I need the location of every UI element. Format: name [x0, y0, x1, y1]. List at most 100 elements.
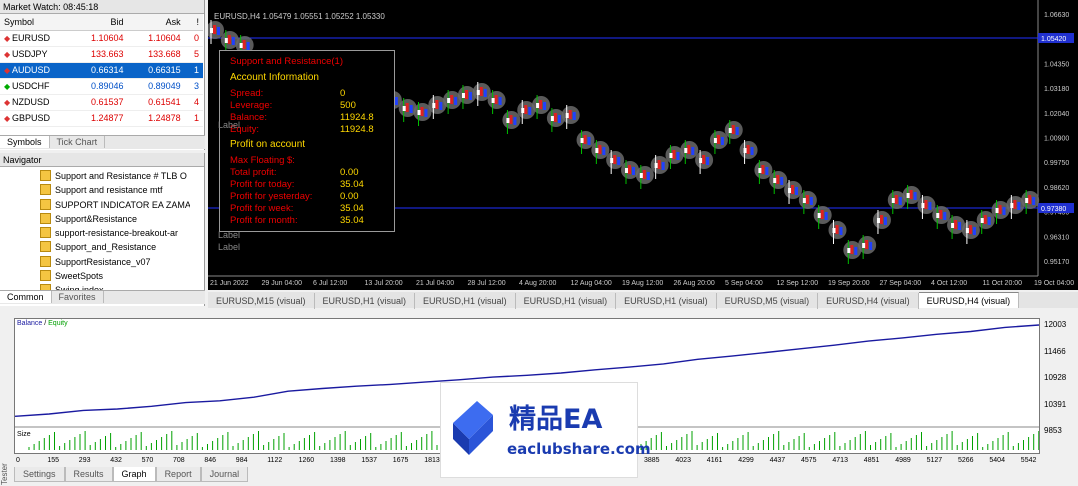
profit-value: 35.04 — [340, 215, 364, 226]
tab-common[interactable]: Common — [0, 291, 52, 303]
tester-tab[interactable]: Graph — [112, 467, 156, 482]
tester-side-label: Tester — [0, 463, 9, 485]
candle-cluster — [961, 220, 980, 244]
profit-value: 0.00 — [340, 191, 359, 202]
symbol-cell: ◆ EURUSD — [0, 30, 71, 47]
graph-x-label: 5266 — [958, 457, 974, 464]
navigator-item[interactable]: SweetSpots — [40, 269, 190, 283]
symbol-cell: ◆ USDCHF — [0, 78, 71, 95]
col-ask[interactable]: Ask — [127, 14, 185, 31]
candle-cluster — [872, 210, 891, 234]
candle-cluster — [561, 105, 580, 129]
tester-tab[interactable]: Journal — [200, 467, 249, 482]
logo-icon — [453, 401, 493, 455]
candle-cluster — [621, 160, 639, 184]
navigator-item[interactable]: SUPPORT INDICATOR EA ZAMA — [40, 198, 190, 212]
graph-x-label: 1398 — [330, 457, 346, 464]
time-tick-label: 6 Jul 12:00 — [313, 280, 347, 287]
tester-tab[interactable]: Report — [155, 467, 201, 482]
price-tick-label: 0.95170 — [1044, 259, 1069, 266]
watermark-logo: 精品EA eaclubshare.com — [440, 382, 651, 478]
label-text: Label — [218, 242, 241, 252]
symbol-row[interactable]: ◆ USDJPY 133.663 133.668 5 — [0, 46, 203, 63]
col-bid[interactable]: Bid — [70, 14, 128, 31]
symbol-name: NZDUSD — [12, 97, 50, 107]
tester-tab[interactable]: Settings — [14, 467, 65, 482]
candle-cluster — [798, 190, 817, 214]
graph-x-label: 708 — [173, 457, 185, 464]
navigator-item[interactable]: Support&Resistance — [40, 212, 190, 226]
graph-y-label: 12003 — [1044, 320, 1067, 329]
navigator-item-label: Support and Resistance # TLB O — [55, 171, 187, 181]
chart-tab[interactable]: EURUSD,H1 (visual) — [315, 293, 416, 309]
col-spread[interactable]: ! — [184, 14, 203, 31]
arrow-down-icon: ◆ — [4, 66, 11, 75]
navigator-item-label: Support and resistance mtf — [55, 185, 163, 196]
candle-cluster — [457, 85, 476, 109]
candle-cluster — [487, 90, 506, 114]
symbol-cell: ◆ GBPUSD — [0, 110, 71, 127]
symbol-row[interactable]: ◆ GBPUSD 1.24877 1.24878 1 — [0, 110, 203, 127]
graph-x-label: 5127 — [926, 457, 943, 464]
ask-cell: 1.10604 — [127, 30, 185, 47]
graph-x-label: 1122 — [267, 457, 283, 464]
chart-tab[interactable]: EURUSD,H1 (visual) — [516, 293, 617, 309]
tab-tick-chart[interactable]: Tick Chart — [50, 136, 106, 148]
ask-cell: 1.24878 — [127, 110, 185, 127]
graph-x-label: 846 — [204, 457, 217, 464]
chart-tab[interactable]: EURUSD,M5 (visual) — [717, 293, 819, 309]
navigator-item[interactable]: SupportResistance_v07 — [40, 255, 190, 269]
symbol-row[interactable]: ◆ AUDUSD 0.66314 0.66315 1 — [0, 62, 203, 79]
symbol-row[interactable]: ◆ EURUSD 1.10604 1.10604 0 — [0, 30, 203, 47]
label-text: Label — [218, 120, 241, 130]
tab-symbols[interactable]: Symbols — [0, 136, 50, 148]
chart-tab[interactable]: EURUSD,H1 (visual) — [415, 293, 516, 309]
profit-value: 35.04 — [340, 203, 364, 214]
symbol-name: USDJPY — [12, 49, 48, 59]
candle-cluster — [635, 165, 654, 189]
size-label: Size — [17, 431, 31, 438]
indicator-icon — [40, 170, 51, 181]
legend-balance: Balance — [17, 320, 43, 327]
indicator-icon — [40, 255, 51, 267]
indicator-icon — [40, 212, 51, 224]
arrow-down-icon: ◆ — [4, 34, 11, 43]
candle-cluster — [828, 220, 847, 244]
ask-cell: 133.668 — [127, 46, 185, 63]
navigator-item[interactable]: Support_and_Resistance — [40, 240, 190, 254]
navigator-item-label: SweetSpots — [55, 271, 104, 282]
graph-y-label: 10928 — [1044, 373, 1067, 382]
profit-value: 35.04 — [340, 179, 364, 190]
candle-cluster — [502, 110, 521, 134]
brand-url: eaclubshare.com — [507, 440, 651, 458]
col-symbol[interactable]: Symbol — [0, 14, 71, 31]
info-value: 0 — [340, 88, 346, 99]
symbol-row[interactable]: ◆ USDCHF 0.89046 0.89049 3 — [0, 78, 203, 95]
chart-tab[interactable]: EURUSD,H1 (visual) — [616, 293, 717, 309]
profit-label: Max Floating $: — [230, 155, 295, 166]
tester-tab[interactable]: Results — [64, 467, 113, 482]
tab-favorites[interactable]: Favorites — [52, 291, 104, 303]
navigator-item[interactable]: support-resistance-breakout-ar — [40, 226, 190, 240]
graph-x-label: 4989 — [895, 457, 911, 464]
navigator-title: Navigator — [0, 153, 204, 167]
navigator-item[interactable]: Support and Resistance # TLB O — [40, 169, 190, 183]
market-watch-title: Market Watch: 08:45:18 — [0, 0, 204, 14]
chart-tab[interactable]: EURUSD,H4 (visual) — [918, 292, 1020, 308]
chart-tab[interactable]: EURUSD,H4 (visual) — [818, 293, 919, 309]
graph-x-label: 4161 — [706, 457, 723, 464]
chart-tab[interactable]: EURUSD,M15 (visual) — [208, 293, 315, 309]
arrow-down-icon: ◆ — [4, 114, 11, 123]
graph-x-label: 1260 — [298, 457, 315, 464]
symbol-row[interactable]: ◆ NZDUSD 0.61537 0.61541 4 — [0, 94, 203, 111]
profit-label: Profit for month: — [230, 215, 298, 226]
info-value: 500 — [340, 100, 356, 111]
arrow-up-icon: ◆ — [4, 82, 11, 91]
navigator-item[interactable]: Support and resistance mtf — [40, 183, 190, 197]
symbol-cell: ◆ NZDUSD — [0, 94, 71, 111]
graph-y-label: 9853 — [1044, 426, 1062, 435]
market-watch-tabs: Symbols Tick Chart — [0, 135, 205, 149]
profit-label: Total profit: — [230, 167, 277, 178]
symbol-name: AUDUSD — [12, 65, 51, 75]
bid-cell: 1.10604 — [70, 30, 128, 47]
